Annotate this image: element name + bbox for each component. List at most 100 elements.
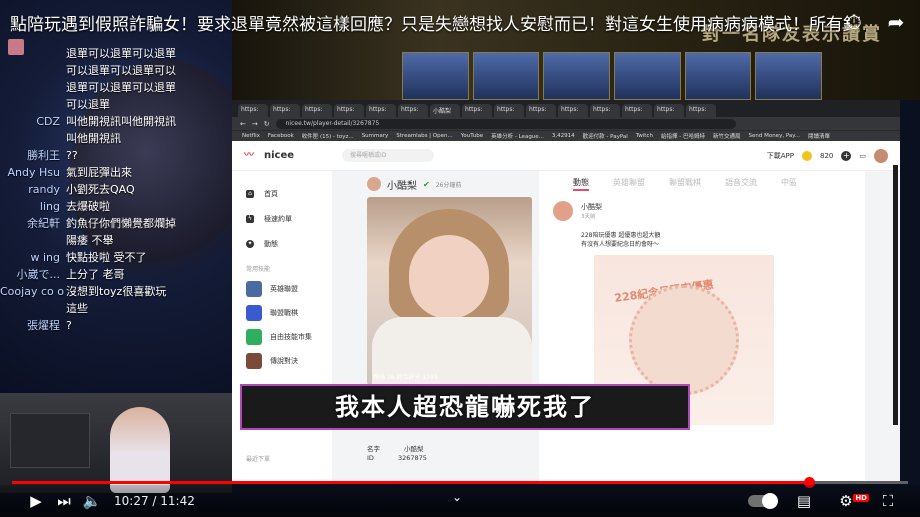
chat-text: 快點投啦 受不了: [66, 251, 147, 264]
chat-username[interactable]: 張燿程: [0, 317, 66, 334]
sidebar-item-quick-order[interactable]: ϟ 極速約單: [246, 206, 332, 231]
chat-username[interactable]: [0, 45, 66, 113]
bookmark-item[interactable]: Streamlabs | Open...: [396, 133, 452, 139]
chat-message: 小崴で... 上分了 老哥: [0, 266, 232, 283]
tab-feed[interactable]: 動態: [573, 177, 589, 191]
next-icon[interactable]: ⏭: [50, 487, 78, 515]
chat-username[interactable]: Coojay co o: [0, 283, 66, 317]
sidebar-item-home[interactable]: ⌂ 首頁: [246, 181, 332, 206]
browser-tab[interactable]: https:: [462, 104, 492, 117]
chat-message: 勝利王??: [0, 147, 232, 164]
play-icon[interactable]: ▶: [22, 487, 50, 515]
tab-lol[interactable]: 英雄聯盟: [613, 177, 645, 191]
bookmark-item[interactable]: Summary: [362, 133, 389, 139]
info-value: 小酷梨: [404, 445, 424, 453]
tab-tft[interactable]: 聯盟戰棋: [669, 177, 701, 191]
user-avatar[interactable]: [874, 148, 888, 163]
sidebar-item-label: 英雄聯盟: [270, 285, 298, 293]
time-display: 10:27 / 11:42: [114, 494, 195, 508]
browser-tab[interactable]: https:: [398, 104, 428, 117]
post-text: 228陪玩優惠 超優惠也超大額 有沒有人想要紀念日約會呀～: [581, 231, 853, 249]
chat-username[interactable]: w ing: [0, 249, 66, 266]
sidebar-item-feed[interactable]: ✦ 動態: [246, 231, 332, 256]
chat-username[interactable]: 余紀軒: [0, 215, 66, 249]
bookmark-item[interactable]: Send Money, Pay...: [748, 133, 800, 139]
tab-voice[interactable]: 語音交流: [725, 177, 757, 191]
profile-photo[interactable]: 粉絲 16 綜合評分 1293: [367, 197, 532, 385]
bookmark-item[interactable]: Facebook: [268, 133, 294, 139]
browser-tab[interactable]: https:: [686, 104, 716, 117]
profile-name: 小酷梨: [387, 180, 417, 192]
forward-icon[interactable]: →: [252, 120, 258, 128]
volume-icon[interactable]: 🔈: [78, 487, 106, 515]
video-player[interactable]: { "video": { "title": "點陪玩遇到假照詐騙女！要求退單竟然…: [0, 0, 920, 517]
browser-tab[interactable]: 小酷梨: [430, 104, 460, 117]
browser-tab[interactable]: https:: [526, 104, 556, 117]
sidebar-item-tft[interactable]: 聯盟戰棋: [246, 301, 332, 325]
search-input[interactable]: 搜尋暱稱或ID: [342, 149, 435, 162]
chat-username[interactable]: CDZ: [0, 113, 66, 147]
home-icon: ⌂: [246, 189, 254, 198]
sidebar-item-lol[interactable]: 英雄聯盟: [246, 277, 332, 301]
captions-icon[interactable]: ▤: [790, 487, 818, 515]
share-icon[interactable]: ➦: [884, 10, 908, 34]
chat-username[interactable]: ling: [0, 198, 66, 215]
bookmark-item[interactable]: Twitch: [636, 133, 653, 139]
browser-tab[interactable]: https:: [494, 104, 524, 117]
fullscreen-icon[interactable]: ⛶: [874, 487, 902, 515]
reload-icon[interactable]: ↻: [264, 120, 270, 128]
scrollbar[interactable]: [893, 165, 898, 425]
browser-tab[interactable]: https:: [302, 104, 332, 117]
chat-username[interactable]: 小崴で...: [0, 266, 66, 283]
back-icon[interactable]: ←: [240, 120, 246, 128]
chevron-down-icon[interactable]: ⌄: [452, 490, 462, 504]
download-app-link[interactable]: 下載APP: [767, 151, 794, 161]
browser-tab[interactable]: https:: [558, 104, 588, 117]
bookmark-item[interactable]: 歡迎付款 - PayPal: [583, 132, 628, 140]
browser-tab[interactable]: https:: [366, 104, 396, 117]
profile-avatar[interactable]: [367, 177, 381, 191]
message-icon[interactable]: ▭: [859, 152, 866, 160]
info-row: ID 3267875: [367, 454, 537, 465]
chat-username[interactable]: 勝利王: [0, 147, 66, 164]
sidebar-item-aov[interactable]: 傳說對決: [246, 349, 332, 373]
bookmark-item[interactable]: 英雄分析 - League...: [491, 132, 544, 140]
add-coins-button[interactable]: +: [841, 150, 852, 161]
browser-tab[interactable]: https:: [622, 104, 652, 117]
chat-username[interactable]: Andy Hsu: [0, 164, 66, 181]
browser-tab[interactable]: https:: [238, 104, 268, 117]
post-avatar[interactable]: [553, 201, 573, 221]
browser-tab[interactable]: https:: [654, 104, 684, 117]
autoplay-toggle[interactable]: [748, 493, 778, 509]
bookmark-item[interactable]: 給指揮 - 巴哈姆特: [661, 132, 705, 140]
url-field[interactable]: nicee.tw/player-detail/3267875: [275, 118, 736, 129]
bookmark-item[interactable]: 3,42914: [552, 133, 575, 139]
site-logo[interactable]: 〰 nicee: [244, 150, 294, 161]
chat-text: 釣魚仔你們懶覺都爛掉 陽痿 不舉: [66, 217, 176, 247]
bookmark-item[interactable]: YouTube: [461, 133, 483, 139]
hd-badge: HD: [853, 494, 869, 502]
tab-bar: https: https: https: https: https: https: 小酷梨 h…: [232, 100, 900, 117]
chat-text: 上分了 老哥: [66, 268, 125, 281]
tab-region[interactable]: 中區: [781, 177, 797, 191]
stream-chat: 退單可以退單可以退單可以退單可以退單可以退單可以退單可以退單可以退單 CDZ 叫他開…: [0, 39, 232, 334]
lightning-icon: ϟ: [246, 214, 254, 223]
bookmark-item[interactable]: 收件匣 (15) - toyz...: [302, 132, 354, 140]
browser-tab[interactable]: https:: [270, 104, 300, 117]
progress-bar[interactable]: [12, 477, 908, 488]
bookmark-item[interactable]: Netflix: [242, 133, 260, 139]
chat-message: 張燿程?: [0, 317, 232, 334]
chat-username[interactable]: randy: [0, 181, 66, 198]
chat-text: 退單可以退單可以退單可以退單可以退單可以退單可以退單可以退單可以退單: [66, 47, 176, 111]
bookmark-item[interactable]: 閱讀清單: [808, 132, 830, 140]
bookmark-item[interactable]: 新竹交通局: [713, 132, 741, 140]
browser-tab[interactable]: https:: [334, 104, 364, 117]
post-time: 3天前: [581, 214, 596, 220]
clock-icon[interactable]: ⏱: [842, 10, 866, 34]
sidebar-item-market[interactable]: 自由技能市集: [246, 325, 332, 349]
chat-text: ??: [66, 149, 78, 162]
game-thumbnail: [246, 353, 262, 369]
chat-message: ling 去爆破啦: [0, 198, 232, 215]
progress-fill: [12, 481, 809, 484]
browser-tab[interactable]: https:: [590, 104, 620, 117]
